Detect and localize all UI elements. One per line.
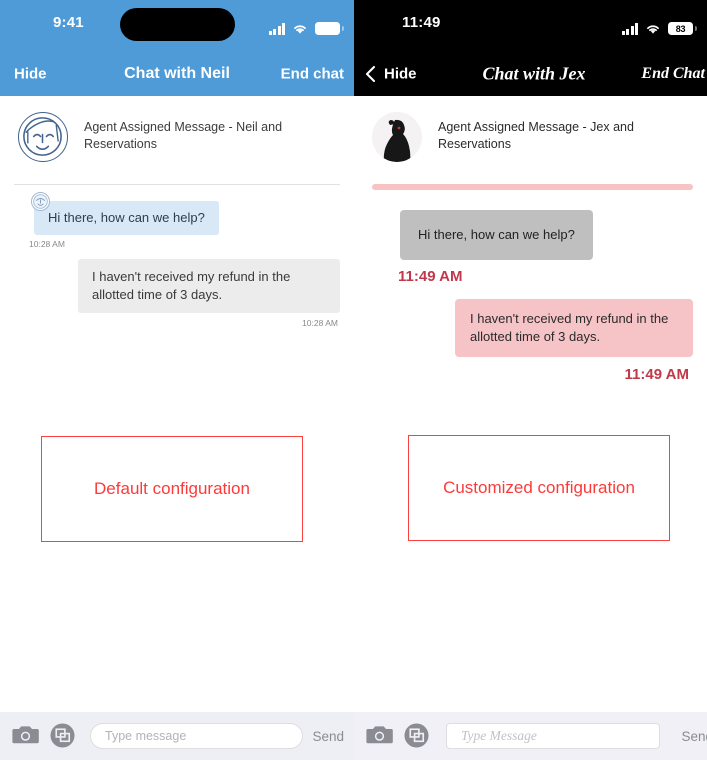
hide-button[interactable]: Hide: [14, 66, 47, 83]
left-nav-bar: Hide Chat with Neil End chat: [0, 52, 354, 96]
send-button[interactable]: Send: [312, 729, 344, 744]
left-assigned-text: Agent Assigned Message - Neil and Reserv…: [84, 120, 283, 151]
chat-bubble-outgoing: I haven't received my refund in the allo…: [78, 258, 340, 313]
annotation-right-label: Customized configuration: [443, 478, 635, 497]
message-input-placeholder: Type message: [105, 729, 187, 743]
timestamp-incoming: 11:49 AM: [398, 267, 463, 285]
battery-icon: 83: [668, 22, 697, 35]
chat-bubble-incoming: Hi there, how can we help?: [400, 210, 593, 260]
right-assigned-text: Agent Assigned Message - Jex and Reserva…: [438, 120, 634, 151]
left-status-time: 9:41: [53, 14, 84, 31]
right-nav-bar: Hide Chat with Jex End Chat: [354, 52, 707, 96]
gallery-stack-icon[interactable]: [50, 723, 78, 749]
face-line-art-avatar: [18, 112, 68, 162]
right-chat-title: Chat with Jex: [482, 63, 586, 84]
right-phone-panel: 11:49 83 Hide Chat with Jex End Chat Age…: [354, 0, 707, 760]
hide-button[interactable]: Hide: [384, 66, 417, 83]
cellular-signal-icon: [268, 23, 285, 35]
end-chat-button[interactable]: End Chat: [641, 65, 705, 83]
message-input[interactable]: Type message: [90, 723, 304, 749]
gallery-stack-icon[interactable]: [404, 723, 432, 749]
dynamic-island: [120, 8, 235, 41]
battery-level: 83: [675, 23, 686, 34]
camera-icon[interactable]: [12, 723, 40, 749]
right-status-icons: 83: [621, 17, 697, 35]
timestamp-outgoing: 10:28 AM: [302, 317, 338, 328]
send-button[interactable]: Send: [681, 729, 707, 744]
message-input-placeholder: Type Message: [461, 728, 537, 743]
message-row-incoming: Hi there, how can we help? 10:28 AM: [14, 185, 340, 249]
camera-icon[interactable]: [366, 723, 394, 749]
battery-icon: [315, 22, 344, 35]
cellular-signal-icon: [621, 23, 638, 35]
timestamp-outgoing: 11:49 AM: [624, 365, 689, 383]
left-message-list: Hi there, how can we help? 10:28 AM I ha…: [0, 185, 354, 328]
chevron-left-icon[interactable]: [364, 65, 376, 83]
annotation-customized-configuration: Customized configuration: [408, 435, 670, 541]
left-phone-panel: 9:41 Hide Chat with Neil End chat Agent …: [0, 0, 354, 760]
battery-level: [315, 22, 340, 35]
timestamp-incoming: 10:28 AM: [29, 238, 65, 249]
left-chat-body: Agent Assigned Message - Neil and Reserv…: [0, 96, 354, 712]
comparison-stage: 9:41 Hide Chat with Neil End chat Agent …: [0, 0, 707, 760]
wifi-icon: [645, 23, 661, 35]
right-assigned-row: Agent Assigned Message - Jex and Reserva…: [354, 96, 707, 162]
end-chat-button[interactable]: End chat: [281, 66, 344, 83]
right-message-list: Hi there, how can we help? 11:49 AM I ha…: [354, 190, 707, 383]
wifi-icon: [292, 23, 308, 35]
chat-bubble-incoming: Hi there, how can we help?: [34, 201, 219, 235]
right-status-bar: 11:49 83: [354, 0, 707, 52]
mini-agent-avatar-icon: [31, 192, 50, 211]
photo-avatar: [372, 112, 422, 162]
message-input[interactable]: Type Message: [446, 723, 661, 749]
right-status-time: 11:49: [402, 14, 441, 31]
right-composer-bar: Type Message Send: [354, 712, 707, 760]
left-chat-title: Chat with Neil: [124, 65, 230, 82]
left-assigned-row: Agent Assigned Message - Neil and Reserv…: [0, 96, 354, 162]
left-status-bar: 9:41: [0, 0, 354, 52]
left-status-icons: [268, 17, 344, 35]
right-chat-body: Agent Assigned Message - Jex and Reserva…: [354, 96, 707, 712]
message-row-incoming: Hi there, how can we help? 11:49 AM: [368, 190, 693, 285]
message-row-outgoing: I haven't received my refund in the allo…: [14, 258, 340, 328]
chat-bubble-outgoing: I haven't received my refund in the allo…: [455, 298, 693, 357]
message-row-outgoing: I haven't received my refund in the allo…: [368, 298, 693, 383]
annotation-default-configuration: Default configuration: [41, 436, 303, 542]
annotation-left-label: Default configuration: [94, 479, 250, 498]
left-composer-bar: Type message Send: [0, 712, 354, 760]
